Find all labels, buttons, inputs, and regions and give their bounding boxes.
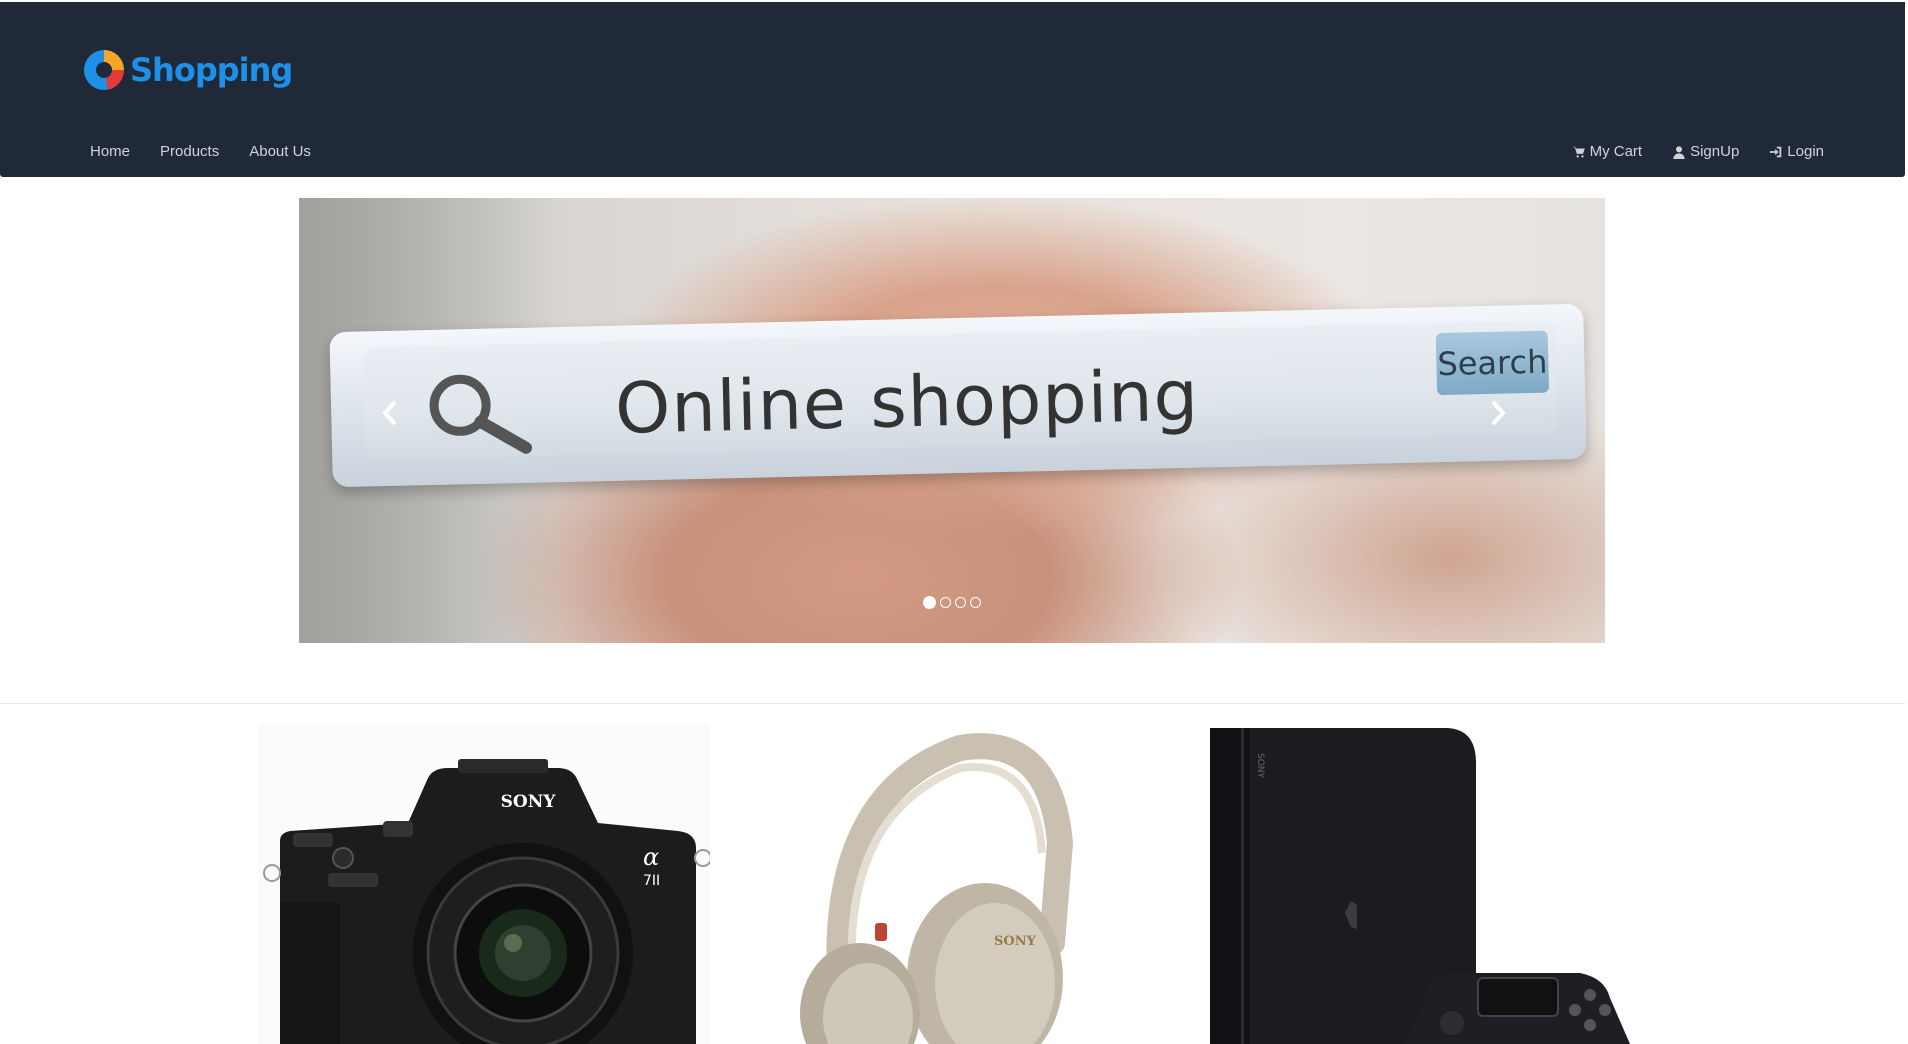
chevron-right-icon	[1491, 400, 1506, 426]
slide-search-graphic-label: Search	[1435, 330, 1550, 396]
carousel-indicator-2[interactable]	[940, 597, 951, 608]
section-divider	[0, 703, 1905, 704]
headphones-brand-label: SONY	[994, 934, 1037, 949]
nav-home[interactable]: Home	[90, 143, 130, 160]
console-brand-label: SONY	[1255, 753, 1265, 779]
product-console-image[interactable]: SONY	[1200, 723, 1640, 1044]
nav-products[interactable]: Products	[160, 143, 219, 160]
product-camera-image[interactable]: SONY α 7II	[258, 723, 710, 1044]
nav-signup[interactable]: SignUp	[1672, 143, 1739, 160]
my-cart-label: My Cart	[1589, 143, 1643, 160]
hero-carousel: Online shopping Search	[299, 198, 1605, 643]
carousel-indicators	[299, 596, 1605, 609]
top-navbar: Shopping Home Products About Us My Cart …	[0, 2, 1905, 177]
carousel-indicator-4[interactable]	[970, 597, 981, 608]
brand-logo[interactable]: Shopping	[82, 48, 293, 92]
magnifier-graphic-icon	[429, 374, 533, 454]
cart-icon	[1572, 146, 1585, 158]
product-headphones-image[interactable]: SONY	[790, 723, 1090, 1044]
carousel-slide-online-shopping: Online shopping Search	[299, 198, 1605, 643]
carousel-next-button[interactable]	[1485, 398, 1525, 448]
primary-nav: Home Products About Us	[90, 143, 311, 160]
carousel-prev-button[interactable]	[379, 398, 419, 448]
carousel-indicator-1[interactable]	[923, 596, 936, 609]
nav-login[interactable]: Login	[1769, 143, 1824, 160]
slide-searchbar-graphic: Online shopping Search	[329, 303, 1587, 488]
login-label: Login	[1787, 143, 1824, 160]
camera-alpha-mark: α	[643, 843, 659, 871]
signup-label: SignUp	[1690, 143, 1740, 160]
login-icon	[1770, 146, 1782, 157]
slide-headline: Online shopping	[614, 354, 1200, 450]
carousel-indicator-3[interactable]	[955, 597, 966, 608]
shopping-logo-icon	[84, 50, 124, 90]
user-icon	[1673, 145, 1685, 159]
camera-brand-label: SONY	[501, 792, 557, 812]
chevron-left-icon	[382, 400, 397, 426]
account-nav: My Cart SignUp Login	[1572, 143, 1824, 160]
camera-model-mark: 7II	[643, 873, 660, 889]
nav-about-us[interactable]: About Us	[249, 143, 311, 160]
nav-my-cart[interactable]: My Cart	[1572, 143, 1643, 160]
brand-name: Shopping	[130, 51, 293, 89]
